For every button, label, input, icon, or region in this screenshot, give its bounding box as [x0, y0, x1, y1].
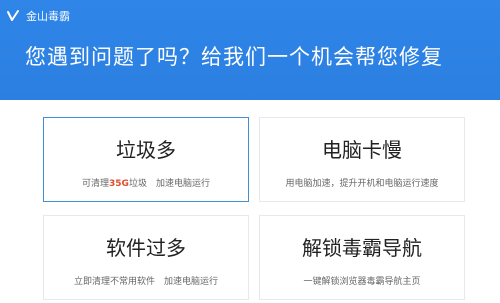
card-too-many-software[interactable]: 软件过多 立即清理不常用软件 加速电脑运行 — [43, 215, 249, 300]
card-unlock-navigation[interactable]: 解锁毒霸导航 一键解锁浏览器毒霸导航主页 — [259, 215, 465, 300]
card-title: 垃圾多 — [116, 138, 176, 162]
card-title: 电脑卡慢 — [322, 138, 402, 162]
header-banner: 金山毒霸 您遇到问题了吗？给我们一个机会帮您修复 — [0, 0, 500, 100]
junk-size-highlight: 35G — [109, 179, 129, 189]
title-bar: 金山毒霸 — [6, 6, 70, 26]
page-headline: 您遇到问题了吗？给我们一个机会帮您修复 — [25, 45, 443, 69]
app-title: 金山毒霸 — [26, 10, 70, 23]
content-area: 垃圾多 可清理35G垃圾 加速电脑运行 电脑卡慢 用电脑加速，提升开机和电脑运行… — [0, 100, 500, 303]
card-title: 软件过多 — [106, 236, 186, 260]
card-pc-slow[interactable]: 电脑卡慢 用电脑加速，提升开机和电脑运行速度 — [259, 117, 465, 202]
app-logo-icon — [6, 9, 20, 23]
card-description: 一键解锁浏览器毒霸导航主页 — [303, 277, 421, 287]
card-junk-cleanup[interactable]: 垃圾多 可清理35G垃圾 加速电脑运行 — [43, 117, 249, 202]
card-desc-suffix: 垃圾 加速电脑运行 — [128, 179, 210, 189]
card-description: 立即清理不常用软件 加速电脑运行 — [73, 277, 218, 287]
card-desc-prefix: 可清理 — [82, 179, 110, 189]
card-title: 解锁毒霸导航 — [302, 236, 422, 260]
card-description: 用电脑加速，提升开机和电脑运行速度 — [285, 179, 439, 189]
card-description: 可清理35G垃圾 加速电脑运行 — [44, 176, 248, 189]
